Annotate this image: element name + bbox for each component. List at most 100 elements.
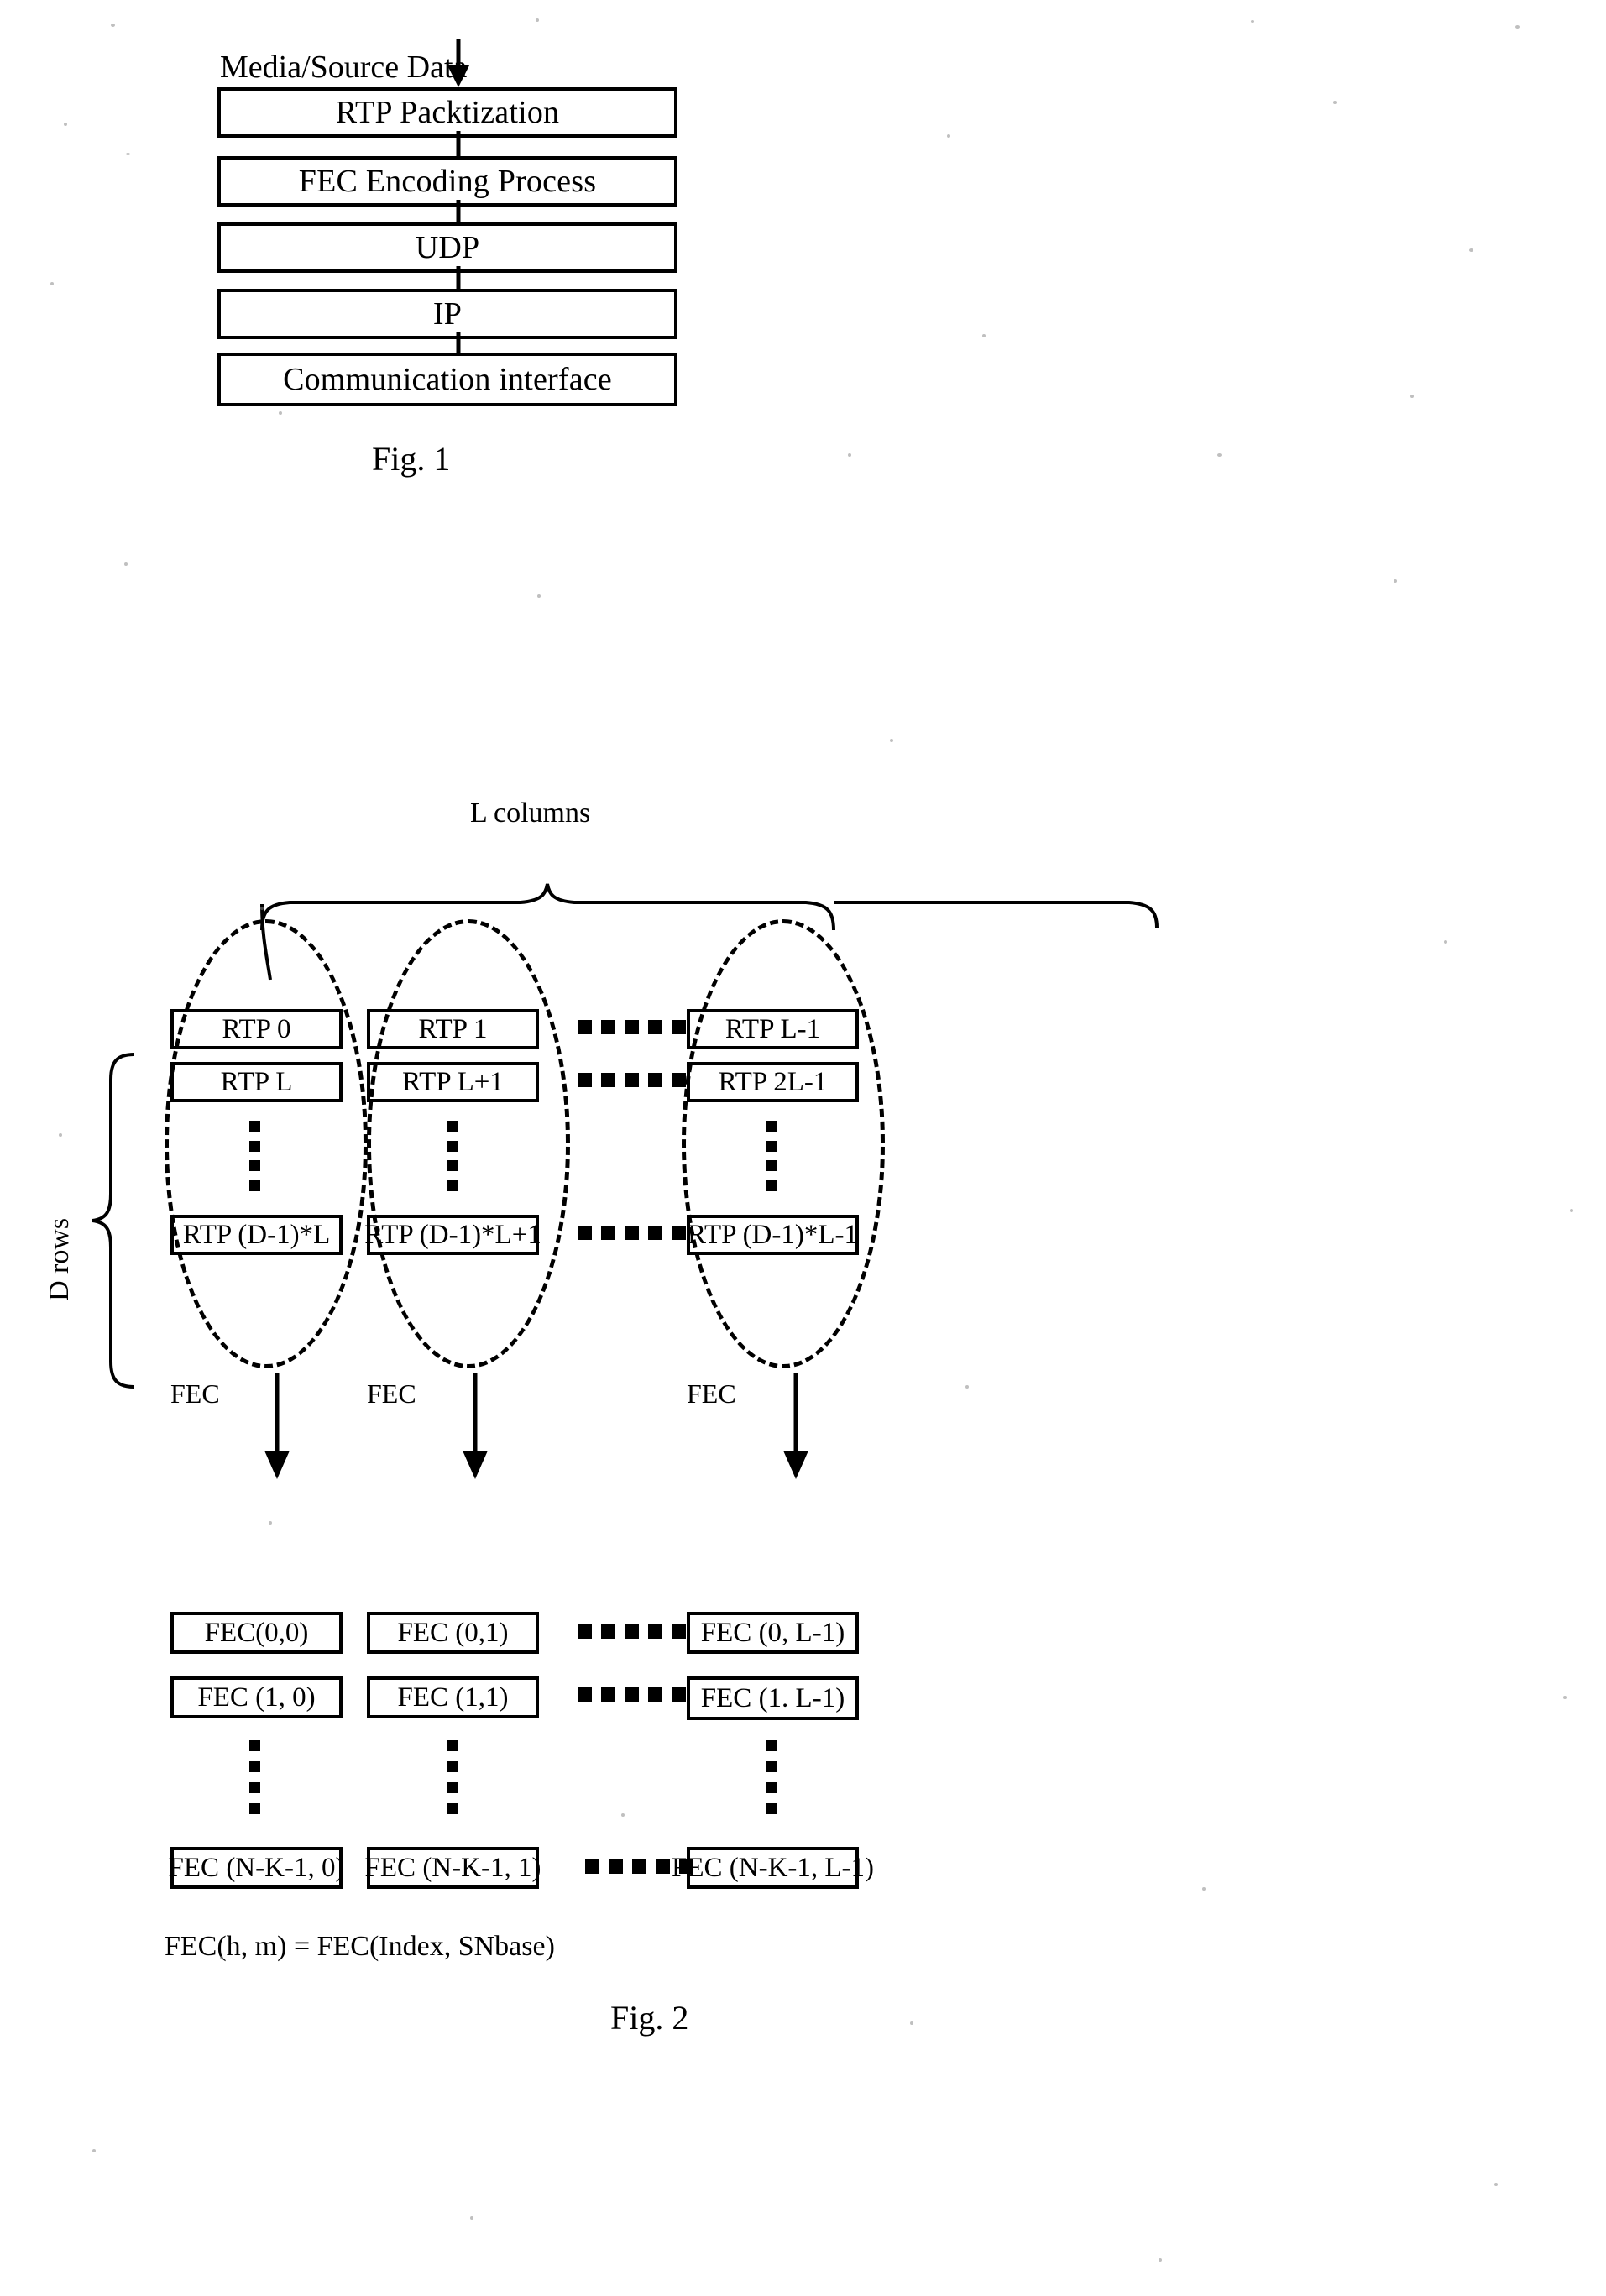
fig2-vertical-ellipsis — [447, 1740, 458, 1814]
fig2-fec-cell: FEC(0,0) — [170, 1612, 343, 1654]
fig2-rtp-cell: RTP L — [170, 1062, 343, 1102]
fig2-column-ellipse-3 — [682, 919, 885, 1368]
fig2-vertical-ellipsis — [766, 1740, 777, 1814]
fig2-rtp-cell: RTP 0 — [170, 1009, 343, 1049]
scan-speck — [269, 1521, 272, 1525]
scan-speck — [124, 562, 128, 566]
scan-speck — [59, 1133, 62, 1137]
scan-speck — [92, 2149, 96, 2152]
fig2-rtp-cell: RTP (D-1)*L-1 — [687, 1215, 859, 1255]
fig2-rtp-label: RTP (D-1)*L — [182, 1219, 331, 1250]
scan-speck — [64, 123, 67, 126]
fig2-fec-arrow-label: FEC — [687, 1378, 736, 1409]
scan-speck — [1251, 20, 1254, 23]
fig1-stage-fec-encoding: FEC Encoding Process — [217, 156, 677, 207]
scan-speck — [1202, 1887, 1206, 1891]
fig2-fec-cell: FEC (1. L-1) — [687, 1676, 859, 1720]
fig2-columns-brace — [260, 883, 1159, 931]
scan-speck — [1333, 101, 1337, 104]
fig2-horizontal-ellipsis — [578, 1020, 686, 1034]
fig1-input-label: Media/Source Data — [220, 50, 468, 85]
scan-speck — [1563, 1696, 1567, 1699]
fig2-rtp-label: RTP L — [220, 1066, 293, 1097]
fig1-stage-rtp-packtization: RTP Packtization — [217, 87, 677, 138]
fig2-fec-label: FEC (1, 0) — [197, 1681, 316, 1713]
fig2-fec-label: FEC (0, L-1) — [700, 1617, 845, 1648]
scan-speck — [1515, 25, 1520, 29]
fig2-fec-cell: FEC (N-K-1, L-1) — [672, 1847, 874, 1889]
scan-speck — [260, 907, 264, 910]
fig2-horizontal-ellipsis — [578, 1687, 686, 1702]
fig1-stage-label: UDP — [415, 230, 480, 265]
scan-speck — [50, 282, 54, 285]
fig2-fec-cell: FEC (N-K-1, 1) — [364, 1847, 541, 1889]
scan-speck — [1570, 1209, 1573, 1212]
fig2-horizontal-ellipsis — [578, 1073, 686, 1087]
fig2-fec-cell: FEC (0, L-1) — [687, 1612, 859, 1654]
fig2-vertical-ellipsis — [766, 1121, 777, 1191]
fig1-stage-ip: IP — [217, 289, 677, 339]
scan-speck — [536, 18, 539, 22]
figure-2: L columns D rows RTP 0 RTP L RTP (D-1)*L… — [0, 798, 1606, 2296]
scan-speck — [1494, 2183, 1498, 2186]
fig2-rtp-cell: RTP (D-1)*L — [170, 1215, 343, 1255]
scan-speck — [1217, 453, 1222, 457]
scan-speck — [126, 153, 130, 155]
fig1-caption: Fig. 1 — [372, 440, 451, 478]
scan-speck — [965, 1385, 969, 1389]
fig2-brace-leader — [260, 903, 272, 981]
fig2-fec-cell: FEC (N-K-1, 0) — [168, 1847, 345, 1889]
fig2-rtp-label: RTP 2L-1 — [718, 1066, 828, 1097]
fig2-fec-label: FEC (N-K-1, 0) — [168, 1852, 345, 1883]
scan-speck — [982, 334, 986, 337]
scan-speck — [537, 594, 541, 598]
scan-speck — [220, 1956, 223, 1959]
fig2-rtp-label: RTP 0 — [222, 1013, 291, 1044]
fig2-horizontal-ellipsis — [578, 1624, 686, 1639]
fig2-fec-label: FEC (1,1) — [397, 1681, 509, 1713]
fig2-columns-label: L columns — [470, 798, 591, 829]
fig2-fec-label: FEC (N-K-1, 1) — [364, 1852, 541, 1883]
fig2-rows-label: D rows — [44, 1217, 75, 1301]
fig2-rtp-cell: RTP (D-1)*L+1 — [364, 1215, 541, 1255]
fig2-vertical-ellipsis — [447, 1121, 458, 1191]
scan-speck — [621, 1813, 625, 1817]
scan-speck — [890, 739, 893, 742]
scan-speck — [279, 411, 282, 415]
fig2-rtp-label: RTP (D-1)*L+1 — [364, 1219, 541, 1250]
fig2-fec-label: FEC (1. L-1) — [700, 1682, 845, 1713]
fig2-rtp-cell: RTP L+1 — [367, 1062, 539, 1102]
fig2-rtp-cell: RTP 1 — [367, 1009, 539, 1049]
fig2-fec-label: FEC (0,1) — [397, 1617, 509, 1648]
fig2-column-ellipse-2 — [367, 919, 570, 1368]
scan-speck — [910, 2021, 913, 2025]
scan-speck — [1469, 248, 1473, 252]
fig2-fec-arrow-label: FEC — [170, 1378, 220, 1409]
fig2-rtp-cell: RTP 2L-1 — [687, 1062, 859, 1102]
fig2-horizontal-ellipsis — [585, 1859, 693, 1874]
fig2-horizontal-ellipsis — [578, 1226, 686, 1240]
fig2-fec-label: FEC (N-K-1, L-1) — [671, 1852, 875, 1883]
fig2-rtp-label: RTP (D-1)*L-1 — [688, 1219, 859, 1250]
fig1-stage-label: IP — [432, 296, 463, 332]
fig2-column-ellipse-1 — [165, 919, 368, 1368]
scan-speck — [1444, 940, 1447, 944]
scan-speck — [1394, 579, 1397, 583]
scan-speck — [947, 134, 950, 138]
fig1-stage-communication-interface: Communication interface — [217, 353, 677, 406]
fig2-caption: Fig. 2 — [610, 1999, 689, 2037]
fig2-vertical-ellipsis — [249, 1121, 260, 1191]
fig2-rtp-label: RTP 1 — [418, 1013, 488, 1044]
fig2-rtp-label: RTP L+1 — [402, 1066, 504, 1097]
fig2-rtp-cell: RTP L-1 — [687, 1009, 859, 1049]
fig2-fec-cell: FEC (0,1) — [367, 1612, 539, 1654]
scan-speck — [111, 24, 115, 27]
fig2-rtp-label: RTP L-1 — [725, 1013, 821, 1044]
scan-speck — [1410, 395, 1414, 398]
scan-speck — [470, 2216, 473, 2220]
fig1-stage-label: RTP Packtization — [335, 95, 560, 130]
fig1-stage-label: FEC Encoding Process — [298, 164, 597, 199]
fig1-stage-udp: UDP — [217, 222, 677, 273]
fig2-vertical-ellipsis — [249, 1740, 260, 1814]
fig2-fec-cell: FEC (1,1) — [367, 1676, 539, 1718]
